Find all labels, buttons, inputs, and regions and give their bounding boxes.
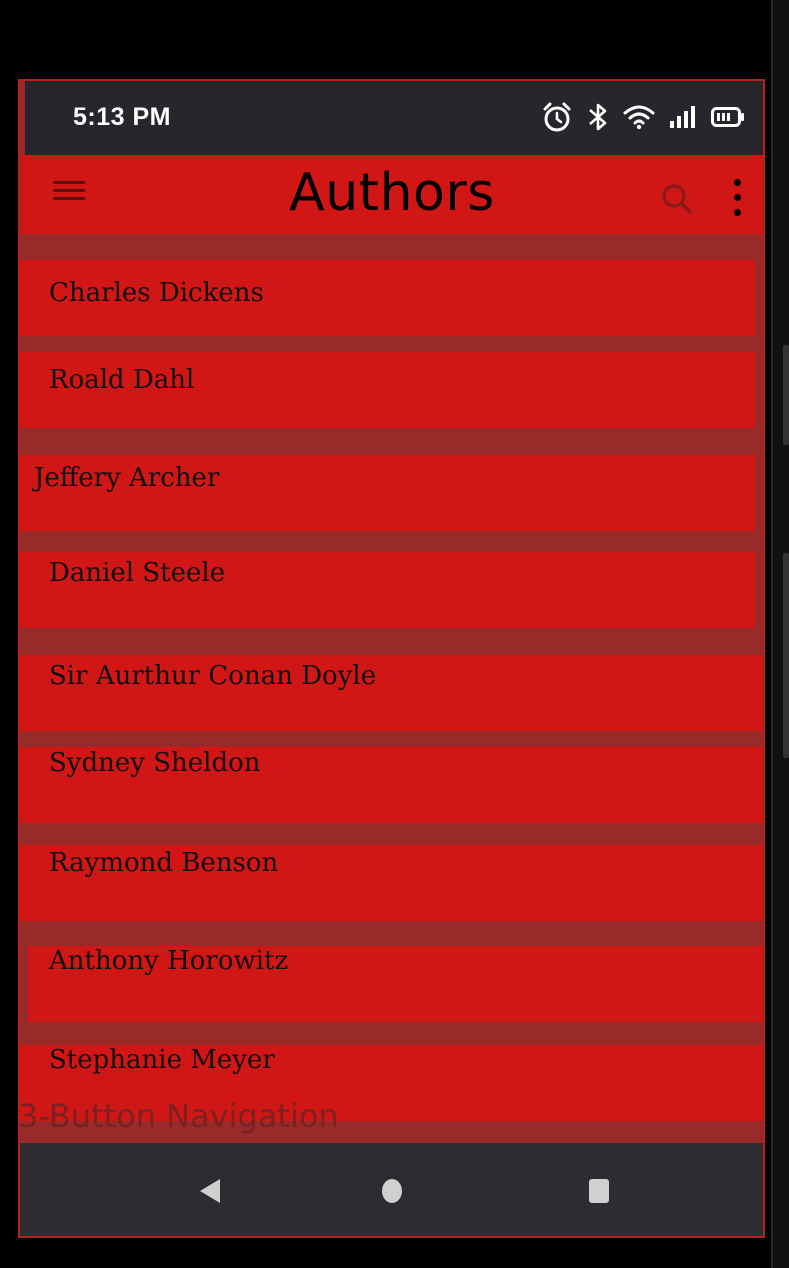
author-name: Anthony Horowitz bbox=[49, 946, 289, 976]
navigation-mode-label: 3-Button Navigation bbox=[18, 1097, 339, 1135]
wifi-icon bbox=[623, 105, 655, 130]
list-item-author[interactable]: Raymond Benson bbox=[18, 845, 765, 921]
status-time: 5:13 PM bbox=[73, 103, 171, 131]
navigation-bar bbox=[18, 1143, 765, 1238]
status-icons bbox=[541, 101, 745, 133]
author-name: Roald Dahl bbox=[49, 365, 195, 395]
list-item-author[interactable]: Anthony Horowitz bbox=[28, 946, 765, 1022]
list-item-author[interactable]: Sydney Sheldon bbox=[18, 747, 765, 823]
list-item-author[interactable]: Jeffery Archer bbox=[18, 455, 755, 531]
author-name: Charles Dickens bbox=[49, 278, 264, 308]
list-item-author[interactable]: Daniel Steele bbox=[18, 552, 755, 628]
volume-button bbox=[783, 345, 789, 445]
list-item-author[interactable]: Roald Dahl bbox=[18, 352, 755, 428]
home-icon[interactable] bbox=[380, 1176, 404, 1206]
more-vert-icon[interactable] bbox=[727, 177, 747, 221]
author-name: Sydney Sheldon bbox=[49, 748, 261, 778]
status-bar: 5:13 PM bbox=[25, 79, 763, 155]
list-item-author[interactable]: Charles Dickens bbox=[18, 260, 755, 336]
recents-icon[interactable] bbox=[587, 1176, 611, 1206]
author-name: Daniel Steele bbox=[49, 558, 226, 588]
screen: 5:13 PM Authors Charles Dickens Roald Da… bbox=[18, 79, 765, 1238]
author-name: Raymond Benson bbox=[49, 848, 279, 878]
author-name: Sir Aurthur Conan Doyle bbox=[49, 661, 377, 691]
phone-frame: 5:13 PM Authors Charles Dickens Roald Da… bbox=[0, 0, 789, 1268]
page-title: Authors bbox=[289, 163, 495, 223]
author-name: Jeffery Archer bbox=[34, 463, 220, 493]
battery-icon bbox=[711, 107, 744, 127]
app-bar: Authors bbox=[21, 155, 763, 234]
search-icon[interactable] bbox=[659, 181, 695, 217]
alarm-icon bbox=[543, 102, 571, 132]
signal-icon bbox=[670, 106, 695, 128]
author-name: Stephanie Meyer bbox=[49, 1045, 275, 1075]
list-item-author[interactable]: Sir Aurthur Conan Doyle bbox=[18, 655, 765, 731]
bluetooth-icon bbox=[589, 103, 607, 131]
power-button bbox=[783, 553, 789, 758]
back-icon[interactable] bbox=[196, 1176, 224, 1206]
